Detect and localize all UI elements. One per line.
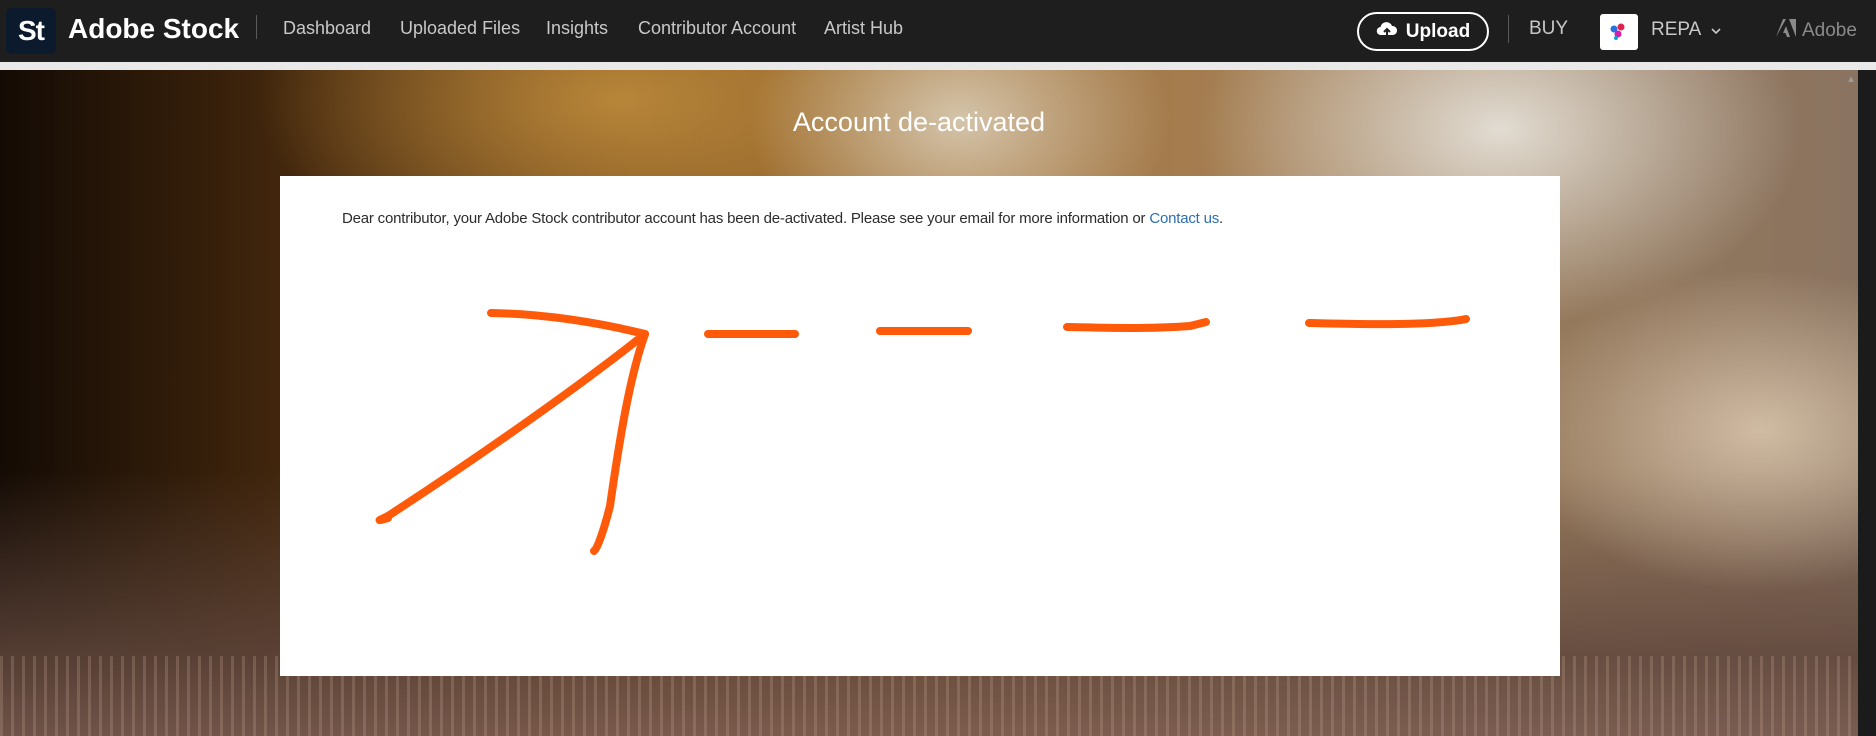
- message-card: Dear contributor, your Adobe Stock contr…: [280, 176, 1560, 676]
- hero-background: Account de-activated Dear contributor, y…: [0, 70, 1858, 736]
- adobe-logo-icon: [1776, 19, 1796, 43]
- buy-link[interactable]: BUY: [1529, 18, 1568, 40]
- nav-contributor-account[interactable]: Contributor Account: [638, 18, 796, 39]
- page-title: Account de-activated: [792, 107, 1046, 137]
- chevron-down-icon: [1711, 19, 1721, 41]
- scrollbar-up-arrow-icon[interactable]: ▲: [1846, 74, 1856, 85]
- header-bottom-strip: [0, 62, 1876, 70]
- hand-drawn-arrow-icon: [375, 309, 1470, 555]
- upload-label: Upload: [1405, 20, 1471, 42]
- adobe-stock-logo[interactable]: St: [6, 8, 56, 54]
- nav-divider: [1508, 15, 1509, 43]
- nav-insights[interactable]: Insights: [546, 18, 608, 39]
- upload-button[interactable]: Upload: [1357, 12, 1489, 51]
- user-menu[interactable]: REPA: [1651, 19, 1721, 41]
- nav-artist-hub[interactable]: Artist Hub: [824, 18, 903, 39]
- avatar[interactable]: [1600, 14, 1638, 50]
- nav-dashboard[interactable]: Dashboard: [283, 18, 371, 39]
- adobe-label: Adobe: [1802, 20, 1857, 41]
- nav-divider: [256, 15, 257, 39]
- top-nav-bar: St Adobe Stock Dashboard Uploaded Files …: [0, 0, 1876, 62]
- cloud-upload-icon: [1376, 20, 1398, 44]
- nav-uploaded-files[interactable]: Uploaded Files: [400, 18, 520, 39]
- adobe-link[interactable]: Adobe: [1776, 19, 1857, 43]
- brand-name[interactable]: Adobe Stock: [68, 13, 239, 45]
- user-name: REPA: [1651, 19, 1702, 40]
